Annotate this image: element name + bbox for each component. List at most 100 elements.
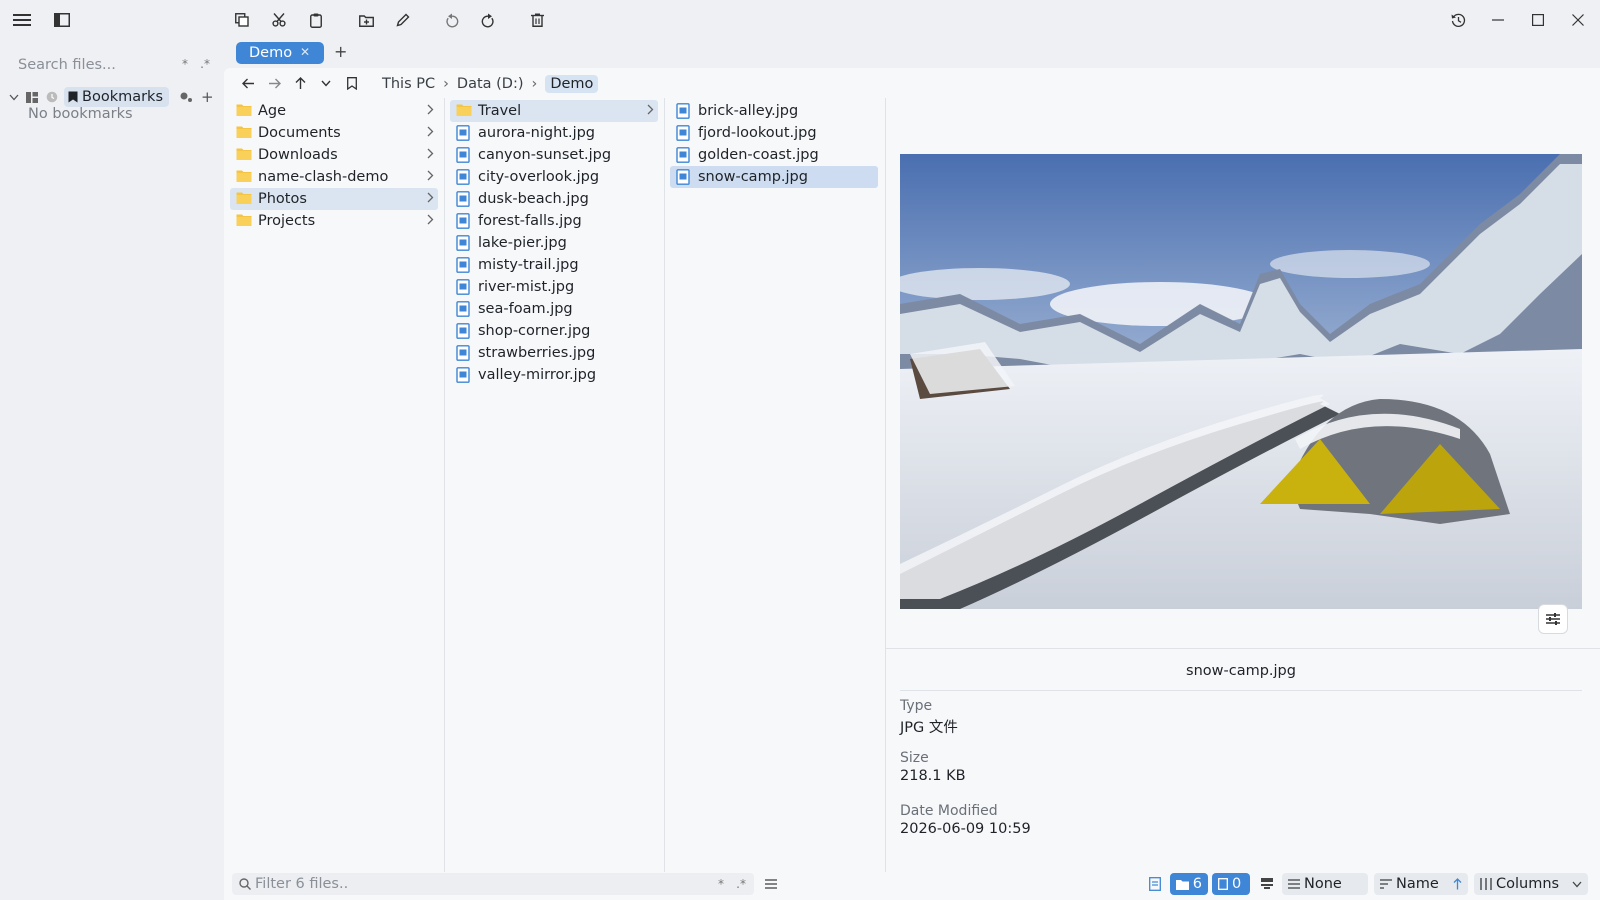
folder-icon (236, 125, 252, 141)
breadcrumb-demo[interactable]: Demo (545, 75, 599, 93)
folder-row[interactable]: Documents (230, 122, 438, 144)
maximize-icon[interactable] (1526, 8, 1550, 32)
file-row[interactable]: brick-alley.jpg (670, 100, 878, 122)
undo-icon[interactable] (440, 8, 464, 32)
history-icon[interactable] (1446, 8, 1470, 32)
file-row[interactable]: dusk-beach.jpg (450, 188, 658, 210)
file-row[interactable]: forest-falls.jpg (450, 210, 658, 232)
regex-toggle-button[interactable]: .* (200, 57, 210, 71)
item-name: fjord-lookout.jpg (698, 125, 817, 141)
delete-icon[interactable] (525, 8, 549, 32)
history-dropdown-icon[interactable] (318, 74, 334, 92)
chevron-right-icon (427, 126, 434, 137)
file-row[interactable]: city-overlook.jpg (450, 166, 658, 188)
filter-input[interactable]: Filter 6 files.. * .* (232, 873, 754, 895)
back-arrow-icon[interactable] (240, 74, 256, 92)
bookmarks-header: Bookmarks + (8, 86, 218, 108)
file-row[interactable]: fjord-lookout.jpg (670, 122, 878, 144)
file-row[interactable]: sea-foam.jpg (450, 298, 658, 320)
file-row[interactable]: lake-pier.jpg (450, 232, 658, 254)
sort-by-select[interactable]: Name (1374, 873, 1468, 895)
column-divider[interactable] (885, 98, 886, 872)
file-row[interactable]: golden-coast.jpg (670, 144, 878, 166)
bookmark-icon (68, 91, 78, 103)
folder-icon (236, 169, 252, 185)
copy-icon[interactable] (230, 8, 254, 32)
file-row[interactable]: misty-trail.jpg (450, 254, 658, 276)
sort-by-label: Name (1396, 876, 1439, 892)
add-bookmark-button[interactable]: + (201, 88, 214, 106)
grid-view-icon[interactable] (24, 91, 40, 103)
new-tab-button[interactable]: + (334, 42, 347, 61)
folder-row[interactable]: Travel (450, 100, 658, 122)
image-file-icon (676, 147, 692, 163)
file-row[interactable]: aurora-night.jpg (450, 122, 658, 144)
image-file-icon (456, 367, 472, 383)
preview-divider (886, 648, 1600, 649)
minimize-icon[interactable] (1486, 8, 1510, 32)
forward-arrow-icon[interactable] (266, 74, 282, 92)
redo-icon[interactable] (476, 8, 500, 32)
breadcrumb-data-drive[interactable]: Data (D:) (457, 76, 524, 92)
list-options-icon[interactable] (762, 875, 780, 893)
image-file-icon (456, 345, 472, 361)
image-file-icon (676, 169, 692, 185)
chevron-right-icon (427, 214, 434, 225)
item-name: name-clash-demo (258, 169, 389, 185)
image-file-icon (456, 147, 472, 163)
item-name: shop-corner.jpg (478, 323, 591, 339)
item-name: aurora-night.jpg (478, 125, 596, 141)
folder-row[interactable]: Photos (230, 188, 438, 210)
sort-direction-icon[interactable] (1453, 878, 1462, 890)
item-name: Photos (258, 191, 307, 207)
details-view-icon[interactable] (1146, 875, 1164, 893)
chevron-down-icon[interactable] (8, 94, 20, 101)
sidebar-search-input[interactable]: Search files... * .* (10, 52, 214, 78)
rename-icon[interactable] (391, 8, 415, 32)
preview-settings-button[interactable] (1538, 604, 1568, 634)
bookmarks-tab[interactable]: Bookmarks (64, 87, 170, 107)
file-row[interactable]: shop-corner.jpg (450, 320, 658, 342)
column-divider[interactable] (444, 98, 445, 872)
folder-row[interactable]: Age (230, 100, 438, 122)
folder-row[interactable]: Downloads (230, 144, 438, 166)
tab-label: Demo (249, 45, 293, 61)
sidebar-toggle-icon[interactable] (50, 8, 74, 32)
tab-close-icon[interactable]: ✕ (300, 45, 310, 59)
folder-row[interactable]: Projects (230, 210, 438, 232)
layout-toggle-icon[interactable] (1258, 875, 1276, 893)
tag-icon[interactable] (177, 91, 195, 103)
file-row[interactable]: valley-mirror.jpg (450, 364, 658, 386)
sidebar-search-placeholder: Search files... (18, 57, 116, 73)
bookmarks-tab-label: Bookmarks (82, 89, 164, 105)
tab-demo[interactable]: Demo ✕ (236, 42, 324, 64)
folder-count-badge[interactable]: 6 (1170, 873, 1208, 895)
filter-glob-toggle[interactable]: * (718, 877, 724, 891)
file-row[interactable]: strawberries.jpg (450, 342, 658, 364)
close-icon[interactable] (1566, 8, 1590, 32)
breadcrumb-this-pc[interactable]: This PC (382, 76, 435, 92)
cut-icon[interactable] (267, 8, 291, 32)
recent-icon[interactable] (44, 91, 60, 103)
view-mode-select[interactable]: Columns (1474, 873, 1588, 895)
item-name: sea-foam.jpg (478, 301, 573, 317)
up-arrow-icon[interactable] (292, 74, 308, 92)
filter-regex-toggle[interactable]: .* (736, 877, 746, 891)
file-row[interactable]: canyon-sunset.jpg (450, 144, 658, 166)
glob-toggle-button[interactable]: * (182, 57, 188, 71)
file-count-badge[interactable]: 0 (1212, 873, 1250, 895)
image-file-icon (456, 169, 472, 185)
group-icon (1288, 879, 1300, 889)
group-by-select[interactable]: None (1282, 873, 1368, 895)
column-travel: brick-alley.jpg fjord-lookout.jpg golden-c… (666, 98, 884, 872)
new-folder-icon[interactable] (354, 8, 378, 32)
column-divider[interactable] (664, 98, 665, 872)
info-date-label: Date Modified (900, 803, 998, 819)
bookmark-add-icon[interactable] (344, 74, 360, 92)
group-by-label: None (1304, 876, 1342, 892)
folder-row[interactable]: name-clash-demo (230, 166, 438, 188)
file-row[interactable]: snow-camp.jpg (670, 166, 878, 188)
paste-icon[interactable] (304, 8, 328, 32)
hamburger-icon[interactable] (10, 8, 34, 32)
file-row[interactable]: river-mist.jpg (450, 276, 658, 298)
